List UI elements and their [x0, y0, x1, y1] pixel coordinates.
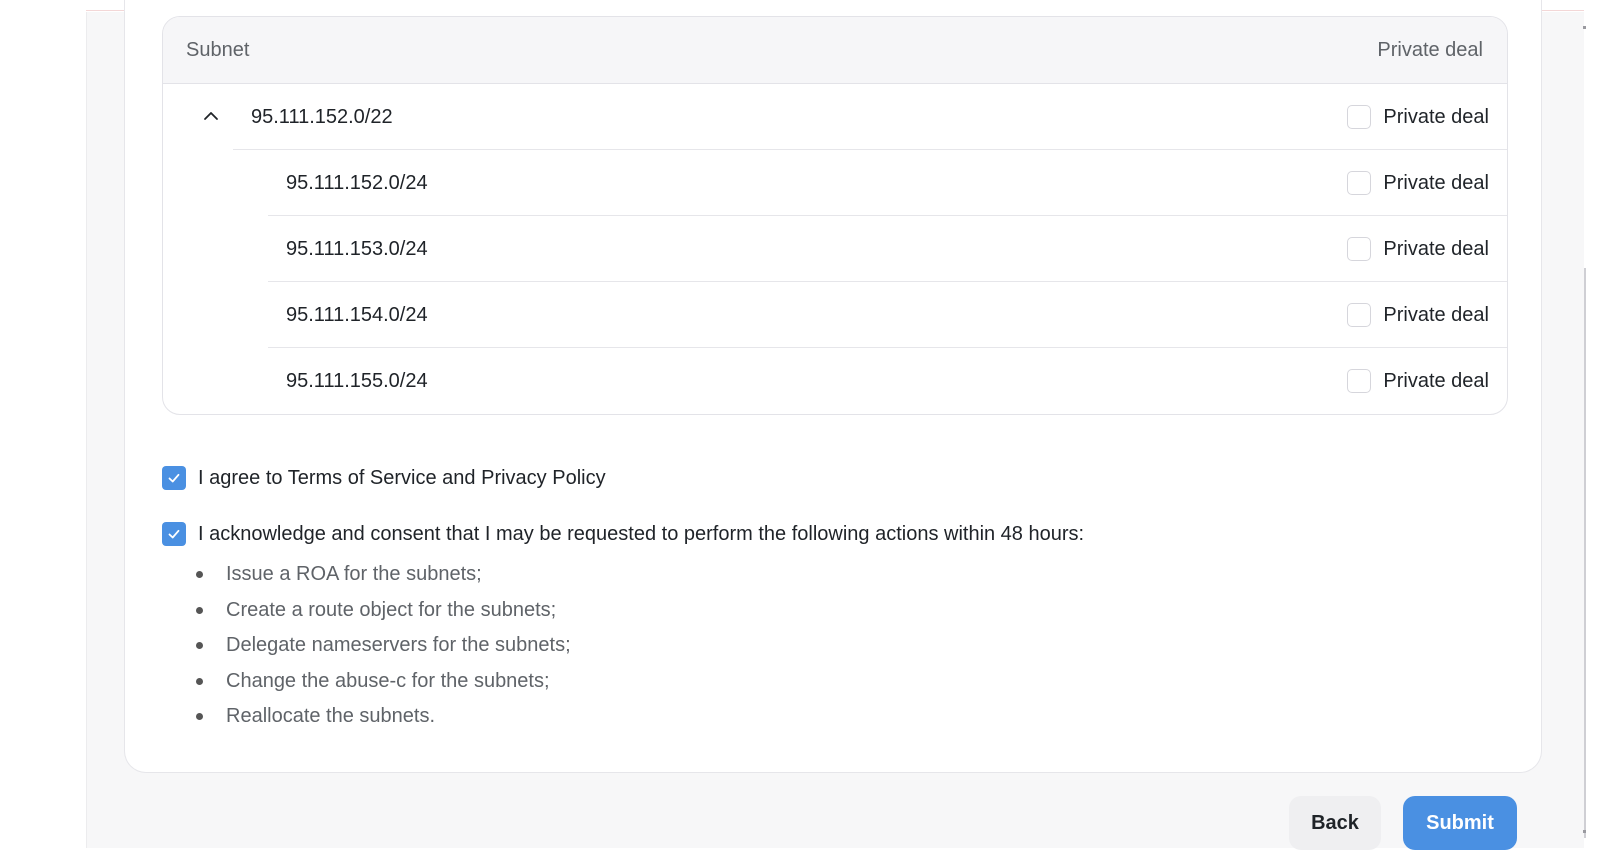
private-deal-label: Private deal — [1383, 303, 1489, 326]
action-text: Change the abuse-c for the subnets; — [226, 669, 550, 692]
list-item: Delegate nameservers for the subnets; — [196, 633, 571, 669]
table-row-child: 95.111.153.0/24 Private deal — [163, 216, 1507, 282]
subnet-table: Subnet Private deal 95.111.152.0/22 Priv… — [162, 16, 1508, 415]
bullet — [196, 642, 203, 649]
list-item: Reallocate the subnets. — [196, 704, 571, 740]
acknowledge-consent[interactable]: I acknowledge and consent that I may be … — [162, 522, 1084, 546]
list-item: Issue a ROA for the subnets; — [196, 562, 571, 598]
terms-checkbox[interactable] — [162, 466, 186, 490]
scrollbar-up-arrow[interactable] — [1583, 26, 1586, 29]
column-header-private-deal: Private deal — [1377, 38, 1483, 61]
terms-consent[interactable]: I agree to Terms of Service and Privacy … — [162, 466, 606, 490]
checkbox-box[interactable] — [1347, 105, 1372, 129]
table-row-child: 95.111.154.0/24 Private deal — [163, 282, 1507, 348]
scrollbar[interactable] — [1584, 268, 1586, 838]
checkbox-box[interactable] — [1347, 171, 1372, 195]
checkbox-box[interactable] — [1347, 237, 1372, 261]
private-deal-checkbox[interactable]: Private deal — [1347, 369, 1489, 393]
table-row-child: 95.111.155.0/24 Private deal — [163, 348, 1507, 414]
subnet-cell: 95.111.152.0/22 — [251, 105, 393, 128]
list-item: Change the abuse-c for the subnets; — [196, 669, 571, 705]
action-text: Issue a ROA for the subnets; — [226, 563, 482, 585]
bullet — [196, 606, 203, 614]
subnet-cell: 95.111.155.0/24 — [286, 369, 428, 392]
action-text: Delegate nameservers for the subnets; — [226, 634, 571, 656]
table-header: Subnet Private deal — [163, 17, 1507, 84]
private-deal-checkbox[interactable]: Private deal — [1347, 171, 1489, 195]
private-deal-label: Private deal — [1383, 105, 1489, 128]
list-item: Create a route object for the subnets; — [196, 598, 571, 634]
required-actions-list: Issue a ROA for the subnets; Create a ro… — [196, 562, 571, 740]
action-text: Reallocate the subnets. — [226, 705, 436, 727]
scrollbar-down-arrow[interactable] — [1583, 830, 1586, 833]
table-row-child: 95.111.152.0/24 Private deal — [163, 150, 1507, 216]
column-header-subnet: Subnet — [186, 38, 250, 61]
chevron-up-icon[interactable] — [201, 108, 221, 124]
private-deal-label: Private deal — [1383, 171, 1489, 194]
subnet-cell: 95.111.153.0/24 — [286, 237, 428, 260]
subnet-cell: 95.111.152.0/24 — [286, 171, 428, 194]
table-row-parent: 95.111.152.0/22 Private deal — [163, 84, 1507, 150]
checkbox-box[interactable] — [1347, 369, 1372, 393]
private-deal-checkbox[interactable]: Private deal — [1347, 105, 1489, 129]
private-deal-label: Private deal — [1383, 237, 1489, 260]
bullet — [196, 677, 203, 685]
checkmark-icon — [168, 473, 180, 483]
acknowledge-label: I acknowledge and consent that I may be … — [198, 522, 1085, 545]
terms-label: I agree to Terms of Service and Privacy … — [198, 466, 606, 489]
subnet-cell: 95.111.154.0/24 — [286, 303, 428, 326]
private-deal-checkbox[interactable]: Private deal — [1347, 237, 1489, 261]
private-deal-checkbox[interactable]: Private deal — [1347, 303, 1489, 327]
submit-button[interactable]: Submit — [1403, 796, 1517, 850]
bullet — [196, 713, 203, 720]
back-button[interactable]: Back — [1289, 796, 1381, 850]
acknowledge-checkbox[interactable] — [162, 522, 186, 546]
private-deal-label: Private deal — [1383, 369, 1489, 392]
checkmark-icon — [168, 529, 180, 539]
bullet — [196, 571, 203, 578]
action-text: Create a route object for the subnets; — [226, 598, 557, 621]
checkbox-box[interactable] — [1347, 303, 1372, 327]
